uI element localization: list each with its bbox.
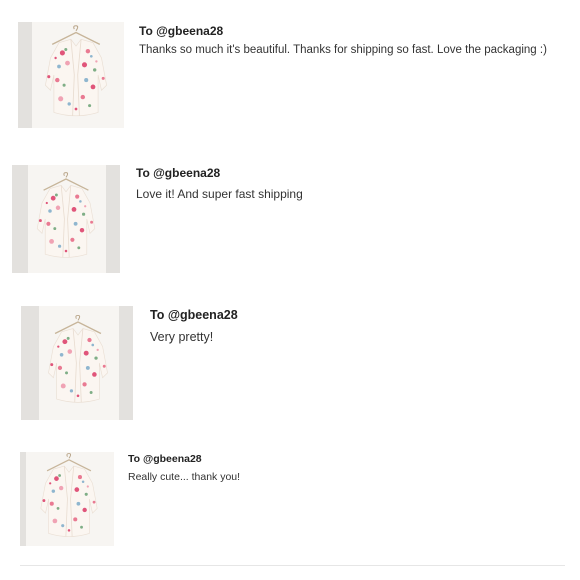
product-photo[interactable] <box>20 452 114 546</box>
review-recipient: To @gbeena28 <box>136 166 221 180</box>
review-recipient: To @gbeena28 <box>150 308 238 322</box>
product-photo[interactable] <box>21 306 133 420</box>
review-recipient: To @gbeena28 <box>139 24 224 38</box>
divider <box>20 565 565 566</box>
review-message: Very pretty! <box>150 330 214 344</box>
review-message: Love it! And super fast shipping <box>136 187 303 201</box>
review-message: Really cute... thank you! <box>128 471 241 483</box>
review-recipient: To @gbeena28 <box>128 453 202 465</box>
product-photo[interactable] <box>12 165 120 273</box>
review-message: Thanks so much it's beautiful. Thanks fo… <box>139 44 547 56</box>
product-photo[interactable] <box>18 22 124 128</box>
